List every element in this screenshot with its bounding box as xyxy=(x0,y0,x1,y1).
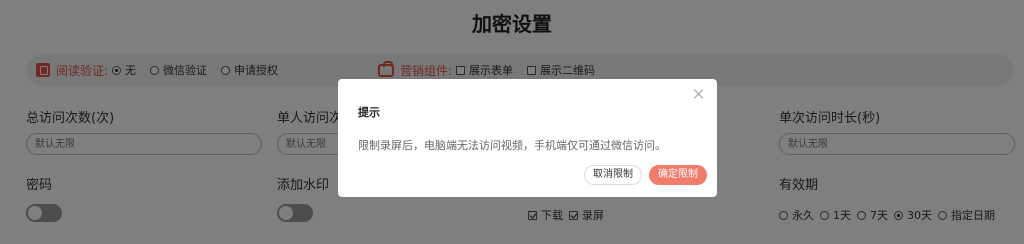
dialog-title: 提示 xyxy=(358,106,380,119)
confirm-restriction-button[interactable]: 确定限制 xyxy=(649,165,707,185)
cancel-restriction-button[interactable]: 取消限制 xyxy=(584,165,642,185)
dialog-message: 限制录屏后，电脑端无法访问视频，手机端仅可通过微信访问。 xyxy=(358,139,666,152)
encryption-settings-page: 加密设置 阅读验证: 无 微信验证 申请授权 营销组件: 展示表单 xyxy=(0,0,1024,244)
confirm-dialog: 提示 限制录屏后，电脑端无法访问视频，手机端仅可通过微信访问。 取消限制 确定限… xyxy=(338,79,717,197)
close-icon[interactable] xyxy=(693,88,705,100)
